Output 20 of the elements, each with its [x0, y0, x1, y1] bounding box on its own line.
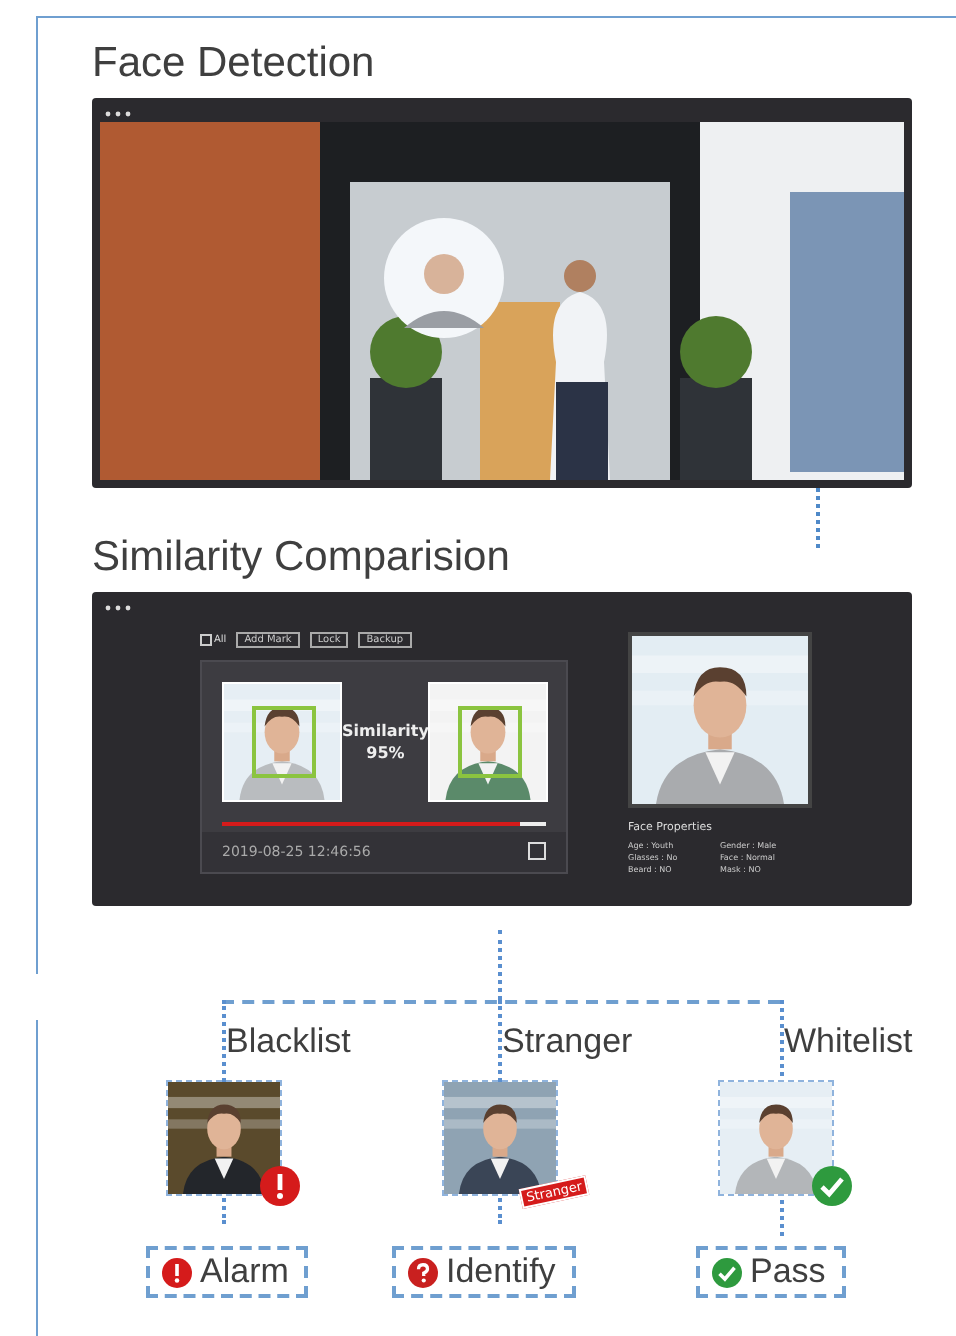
check-icon: [812, 1166, 852, 1206]
face-frame-icon: [252, 706, 316, 778]
check-icon: [712, 1257, 742, 1287]
section-title: Similarity Comparision: [92, 532, 512, 584]
action-label: Alarm: [146, 1246, 309, 1298]
window-dots-icon: [104, 604, 132, 612]
checkbox[interactable]: [528, 842, 546, 860]
section-title: Face Detection: [92, 38, 377, 90]
category-label: Whitelist: [782, 1022, 913, 1062]
category-label: Blacklist: [224, 1022, 351, 1062]
face-frame-icon: [458, 706, 523, 778]
alert-icon: [260, 1166, 300, 1206]
similarity-label: Similarity: [342, 722, 429, 740]
action-label: Pass: [696, 1246, 846, 1298]
alert-icon: [162, 1257, 192, 1287]
question-icon: [408, 1257, 438, 1287]
action-label: Identify: [392, 1246, 576, 1298]
window-dots-icon: [104, 110, 132, 118]
similarity-value: 95%: [366, 744, 405, 762]
category-label: Stranger: [500, 1022, 633, 1062]
